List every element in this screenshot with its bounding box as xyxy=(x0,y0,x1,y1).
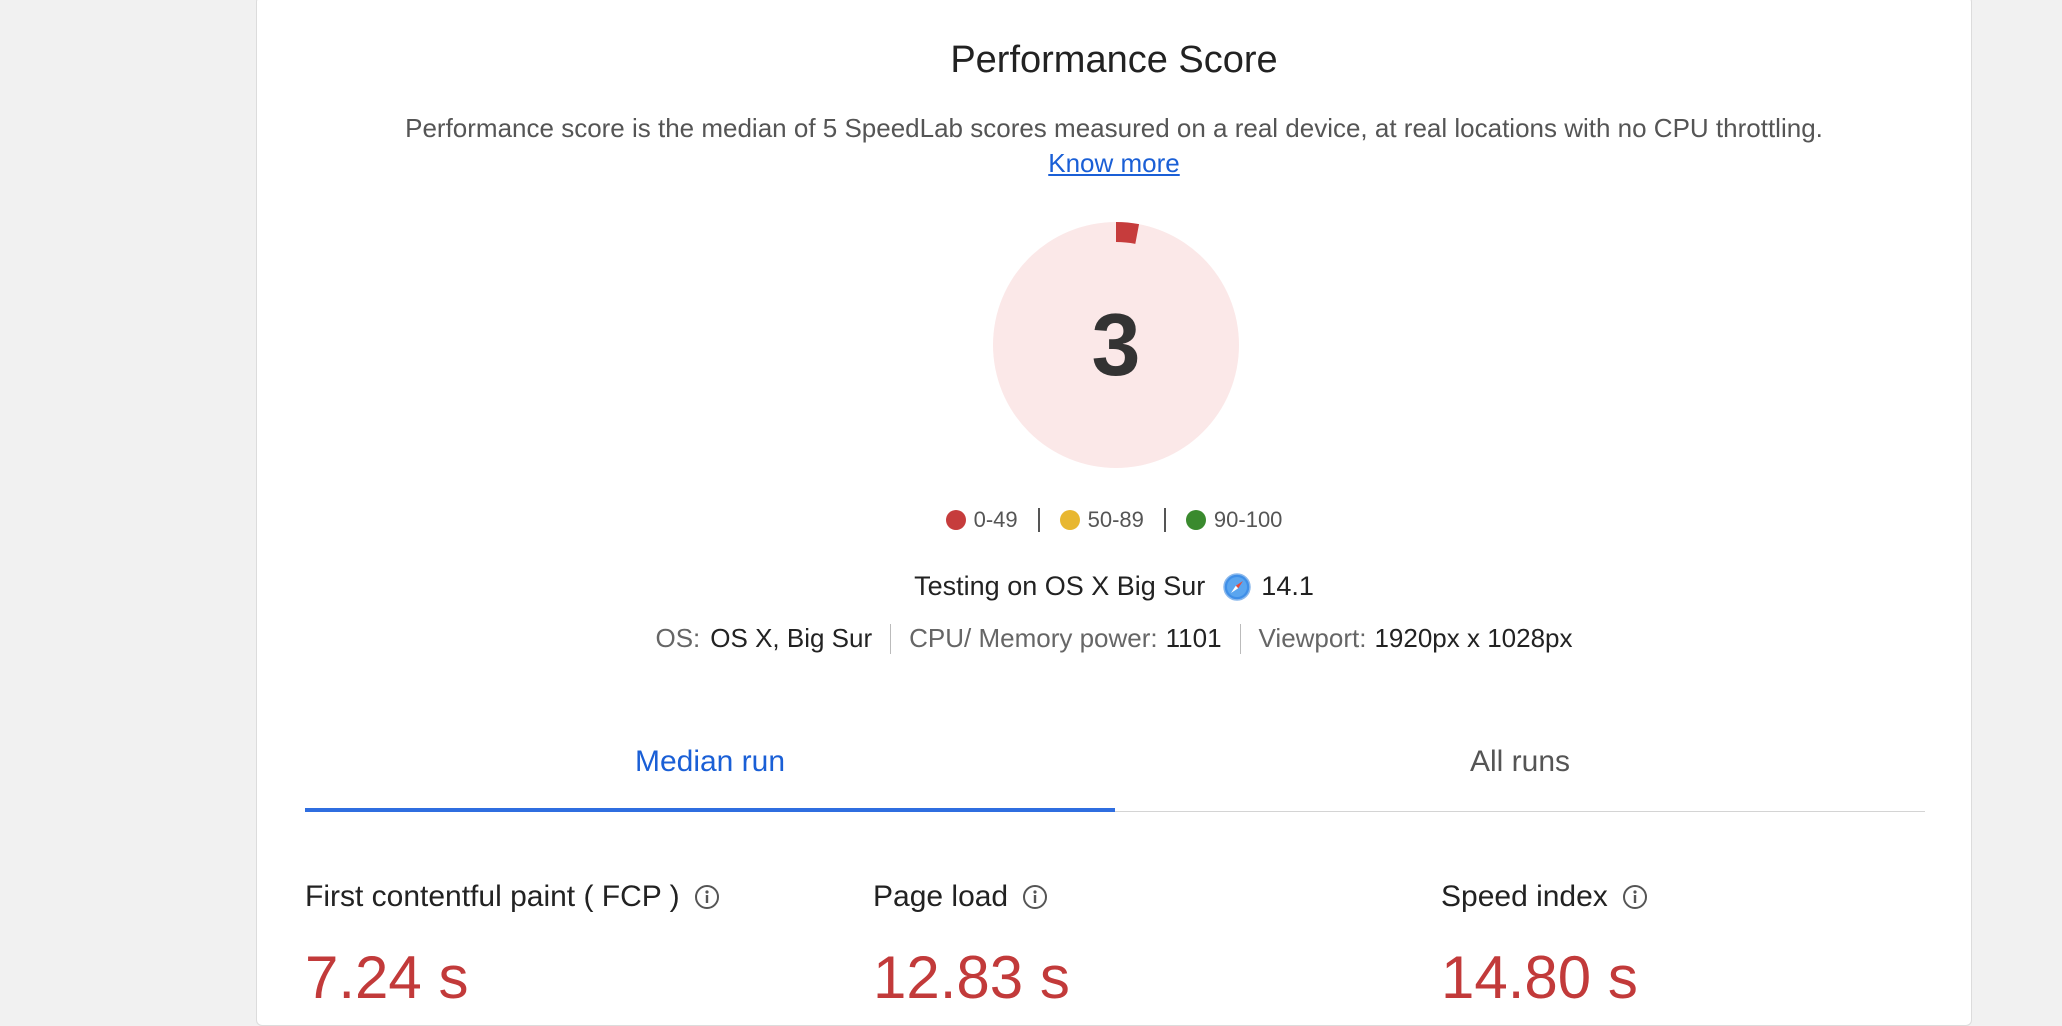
metric-speed-index-value: 14.80 s xyxy=(1441,944,1638,1011)
score-gauge: 3 xyxy=(993,222,1239,468)
legend-item-average: 50-89 xyxy=(1059,507,1144,533)
cpu-value: 1101 xyxy=(1165,623,1222,653)
metric-speed-index-header: Speed index xyxy=(1441,877,1648,917)
legend-item-poor: 0-49 xyxy=(945,507,1018,533)
score-value: 3 xyxy=(1091,295,1141,394)
legend-divider xyxy=(1037,508,1040,532)
active-tab-indicator xyxy=(305,808,1115,812)
metric-fcp: First contentful paint ( FCP ) 7.24 s xyxy=(305,877,720,1013)
score-description: Performance score is the median of 5 Spe… xyxy=(405,113,1823,143)
know-more-container: Know more xyxy=(257,145,1971,181)
viewport-value: 1920px x 1028px xyxy=(1374,623,1573,653)
device-specs: OS: OS X, Big Sur CPU/ Memory power: 110… xyxy=(257,623,1971,654)
legend-dot-yellow-icon xyxy=(1059,510,1080,530)
viewport-label: Viewport: xyxy=(1258,623,1367,653)
performance-card: Performance Score Performance score is t… xyxy=(256,0,1972,1026)
page-title: Performance Score xyxy=(950,39,1278,81)
tab-all-runs[interactable]: All runs xyxy=(1115,727,1925,809)
legend-dot-red-icon xyxy=(945,510,966,530)
info-icon[interactable] xyxy=(1622,884,1648,910)
spec-divider xyxy=(1239,623,1241,654)
legend-label-good: 90-100 xyxy=(1213,507,1283,532)
legend-item-good: 90-100 xyxy=(1185,507,1283,533)
legend-dot-green-icon xyxy=(1185,510,1206,530)
spec-divider xyxy=(890,623,892,654)
os-value: OS X, Big Sur xyxy=(710,623,873,653)
metric-speed-index-label: Speed index xyxy=(1441,880,1608,913)
cpu-label: CPU/ Memory power: xyxy=(909,623,1158,653)
metric-page-load-value: 12.83 s xyxy=(873,944,1070,1011)
know-more-link[interactable]: Know more xyxy=(1048,148,1180,178)
metric-fcp-label: First contentful paint ( FCP ) xyxy=(305,880,680,913)
run-tabs: Median run All runs xyxy=(305,727,1925,813)
metric-fcp-header: First contentful paint ( FCP ) xyxy=(305,877,720,917)
metric-fcp-value: 7.24 s xyxy=(305,944,469,1011)
metric-speed-index: Speed index 14.80 s xyxy=(1441,877,1648,1013)
score-legend: 0-49 50-89 90-100 xyxy=(257,507,1971,533)
metric-page-load-header: Page load xyxy=(873,877,1070,917)
info-icon[interactable] xyxy=(1022,884,1048,910)
safari-icon xyxy=(1223,572,1252,601)
os-label: OS: xyxy=(655,623,701,653)
metric-page-load: Page load 12.83 s xyxy=(873,877,1070,1013)
testing-environment: Testing on OS X Big Sur 14.1 xyxy=(257,571,1971,602)
legend-divider xyxy=(1163,508,1166,532)
info-icon[interactable] xyxy=(694,884,720,910)
metric-page-load-label: Page load xyxy=(873,880,1009,913)
legend-label-poor: 0-49 xyxy=(973,507,1018,532)
testing-label: Testing on OS X Big Sur xyxy=(914,571,1206,601)
browser-version: 14.1 xyxy=(1261,571,1314,601)
legend-label-average: 50-89 xyxy=(1087,507,1144,532)
tab-median-run[interactable]: Median run xyxy=(305,727,1115,809)
